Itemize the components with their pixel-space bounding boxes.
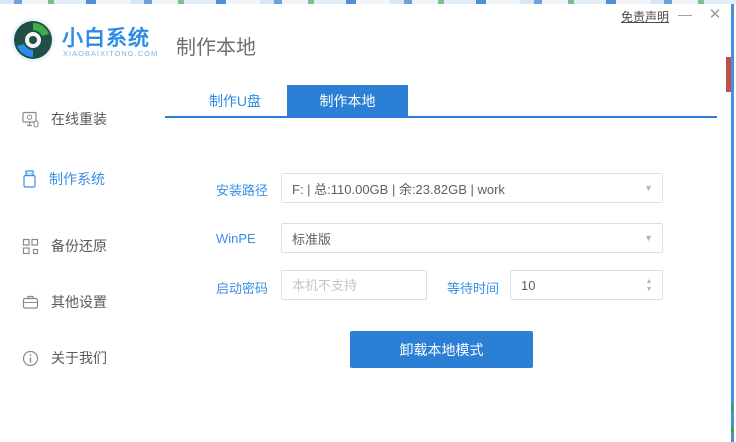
wait-time-label: 等待时间 [447,278,499,297]
boot-password-label: 启动密码 [216,278,268,297]
sidebar-item-label: 其他设置 [51,292,107,312]
install-path-select[interactable]: F: | 总:110.00GB | 余:23.82GB | work ▼ [281,173,663,203]
wait-time-spinner[interactable]: ▲ ▼ [643,273,655,297]
sidebar-item-online-reinstall[interactable]: 在线重装 [22,108,107,130]
backup-restore-icon [22,238,39,255]
sidebar-item-label: 在线重装 [51,109,107,129]
settings-case-icon [22,294,39,310]
background-window-tick [731,405,734,411]
spinner-down-icon[interactable]: ▼ [646,286,653,293]
spinner-up-icon[interactable]: ▲ [646,278,653,285]
install-path-label: 安装路径 [216,180,268,199]
install-path-value: F: | 总:110.00GB | 余:23.82GB | work [292,179,505,198]
sidebar-item-label: 制作系统 [49,169,105,189]
tab-make-usb[interactable]: 制作U盘 [185,85,285,116]
brand-domain: XIAOBAIXITONG.COM [63,49,158,58]
chevron-down-icon: ▼ [644,233,653,243]
chevron-down-icon: ▼ [644,183,653,193]
uninstall-local-mode-button[interactable]: 卸载本地模式 [350,331,533,368]
winpe-select[interactable]: 标准版 ▼ [281,223,663,253]
background-window-sliver [0,0,736,4]
disclaimer-link[interactable]: 免责声明 [621,8,669,25]
winpe-value: 标准版 [292,229,331,248]
winpe-label: WinPE [216,231,256,246]
sidebar-item-make-system[interactable]: 制作系统 [22,168,105,190]
close-button[interactable]: ✕ [706,5,724,23]
sidebar-item-about-us[interactable]: 关于我们 [22,347,107,369]
app-window: 小白系统 XIAOBAIXITONG.COM 制作本地 免责声明 — ✕ 在线重… [0,0,736,442]
boot-password-input[interactable] [281,270,427,300]
sidebar-item-backup-restore[interactable]: 备份还原 [22,235,107,257]
background-window-tick [731,427,734,433]
brand-logo-icon [10,17,56,63]
sidebar-item-other-settings[interactable]: 其他设置 [22,291,107,313]
info-icon [22,350,39,367]
tab-make-local[interactable]: 制作本地 [287,85,408,116]
sidebar-item-label: 备份还原 [51,236,107,256]
monitor-reinstall-icon [22,111,39,128]
wait-time-input[interactable] [510,270,663,300]
background-window-border [731,4,734,442]
sidebar-item-label: 关于我们 [51,348,107,368]
minimize-button[interactable]: — [676,6,694,22]
wait-time-field: ▲ ▼ [510,270,663,300]
usb-drive-icon [22,170,37,188]
tab-bar: 制作U盘 制作本地 [165,85,717,118]
page-title: 制作本地 [176,31,256,60]
brand-name: 小白系统 [62,22,150,52]
